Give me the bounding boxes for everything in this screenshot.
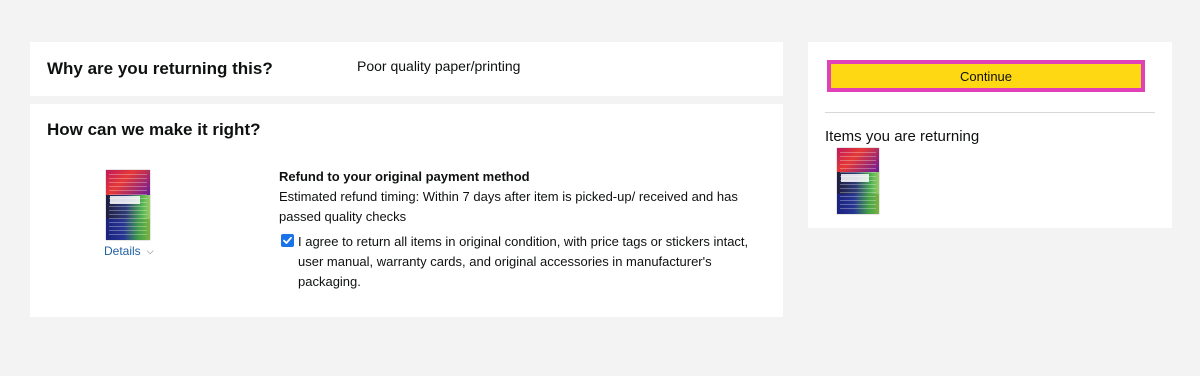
return-reason-panel: Why are you returning this? Poor quality… [30,42,783,96]
item-book-cover-image [106,170,150,240]
chevron-down-icon: ⌵ [146,246,154,256]
continue-button[interactable]: Continue [831,64,1141,88]
resolution-heading: How can we make it right? [47,120,261,139]
details-label: Details [104,244,141,258]
resolution-panel: How can we make it right? Details ⌵ Refun… [30,104,783,317]
refund-timing-description: Estimated refund timing: Within 7 days a… [279,189,738,224]
agree-checkbox[interactable] [281,234,294,247]
divider [825,112,1155,113]
agree-checkbox-label[interactable]: I agree to return all items in original … [298,232,758,292]
items-returning-heading: Items you are returning [825,128,980,145]
refund-method-title: Refund to your original payment method [279,169,530,184]
item-details-link[interactable]: Details ⌵ [104,244,154,258]
return-reason-heading: Why are you returning this? [47,59,273,78]
continue-button-highlight: Continue [827,60,1145,92]
return-reason-value[interactable]: Poor quality paper/printing [357,58,520,74]
checkmark-icon [283,236,292,244]
return-summary-panel: Continue Items you are returning [808,42,1172,228]
returning-item-thumbnail [837,148,879,214]
